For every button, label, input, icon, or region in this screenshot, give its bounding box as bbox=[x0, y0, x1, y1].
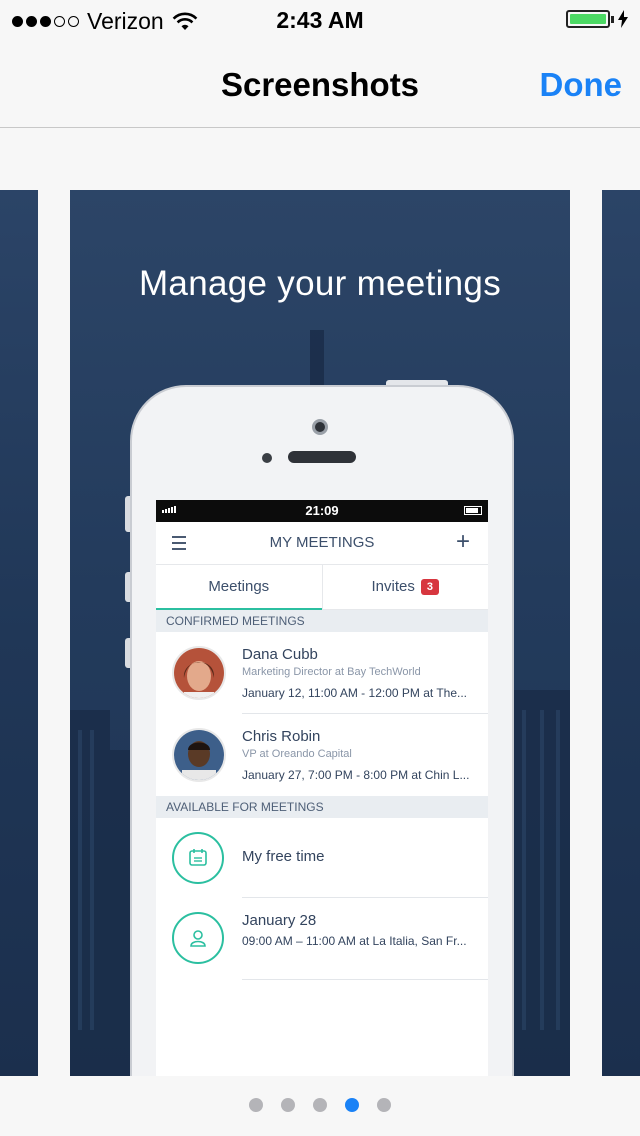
meeting-time: January 27, 7:00 PM - 8:00 PM at Chin L.… bbox=[242, 768, 470, 782]
tab-label: Meetings bbox=[208, 578, 270, 595]
app-title: MY MEETINGS bbox=[269, 534, 375, 551]
avatar bbox=[172, 728, 226, 782]
tab-invites[interactable]: Invites 3 bbox=[321, 565, 489, 609]
meeting-time: January 12, 11:00 AM - 12:00 PM at The..… bbox=[242, 686, 468, 700]
previous-screenshot[interactable] bbox=[0, 190, 38, 1076]
tab-meetings[interactable]: Meetings bbox=[156, 565, 322, 610]
page-control[interactable] bbox=[0, 1098, 640, 1112]
contact-name: Chris Robin bbox=[242, 728, 321, 745]
app-status-bar: 21:09 bbox=[156, 500, 488, 522]
sensor bbox=[262, 453, 272, 463]
done-button[interactable]: Done bbox=[540, 66, 623, 104]
page-dot[interactable] bbox=[249, 1098, 263, 1112]
camera-icon bbox=[312, 419, 328, 435]
app-status-time: 21:09 bbox=[305, 503, 339, 518]
divider bbox=[242, 979, 488, 980]
person-icon bbox=[172, 912, 224, 964]
navigation-bar: Screenshots Done bbox=[0, 40, 640, 128]
section-header-available: AVAILABLE FOR MEETINGS bbox=[156, 796, 488, 818]
calendar-icon bbox=[172, 832, 224, 884]
avatar bbox=[172, 646, 226, 700]
meeting-row[interactable]: Chris Robin VP at Oreando Capital Januar… bbox=[156, 714, 488, 796]
section-header-confirmed: CONFIRMED MEETINGS bbox=[156, 610, 488, 632]
invites-badge: 3 bbox=[420, 579, 439, 595]
page-dot[interactable] bbox=[377, 1098, 391, 1112]
charging-bolt-icon bbox=[618, 10, 628, 28]
promo-headline: Manage your meetings bbox=[138, 264, 502, 303]
contact-name: Dana Cubb bbox=[242, 646, 318, 663]
page-dot[interactable] bbox=[345, 1098, 359, 1112]
app-battery-icon bbox=[464, 506, 482, 515]
battery-icon bbox=[566, 10, 628, 28]
availability-row[interactable]: My free time bbox=[156, 818, 488, 898]
tab-label: Invites bbox=[371, 578, 415, 595]
availability-label: My free time bbox=[242, 848, 325, 865]
page-dot[interactable] bbox=[281, 1098, 295, 1112]
availability-detail: 09:00 AM – 11:00 AM at La Italia, San Fr… bbox=[242, 934, 467, 948]
contact-role: Marketing Director at Bay TechWorld bbox=[242, 666, 421, 678]
availability-row[interactable]: January 28 09:00 AM – 11:00 AM at La Ita… bbox=[156, 898, 488, 980]
add-icon[interactable]: + bbox=[456, 528, 470, 556]
screenshot-card[interactable]: Manage your meetings 21:09 MY MEETINGS +… bbox=[70, 190, 570, 1076]
next-screenshot[interactable] bbox=[602, 190, 640, 1076]
status-bar: Verizon 2:43 AM bbox=[0, 0, 640, 40]
app-screen: 21:09 MY MEETINGS + Meetings Invites 3 CO… bbox=[156, 500, 488, 1076]
app-tabs: Meetings Invites 3 bbox=[156, 565, 488, 610]
status-time: 2:43 AM bbox=[276, 7, 364, 33]
availability-date: January 28 bbox=[242, 912, 317, 929]
meeting-row[interactable]: Dana Cubb Marketing Director at Bay Tech… bbox=[156, 632, 488, 714]
contact-role: VP at Oreando Capital bbox=[242, 748, 352, 760]
app-header: MY MEETINGS + bbox=[156, 522, 488, 565]
page-dot[interactable] bbox=[313, 1098, 327, 1112]
earpiece-speaker bbox=[288, 451, 356, 463]
